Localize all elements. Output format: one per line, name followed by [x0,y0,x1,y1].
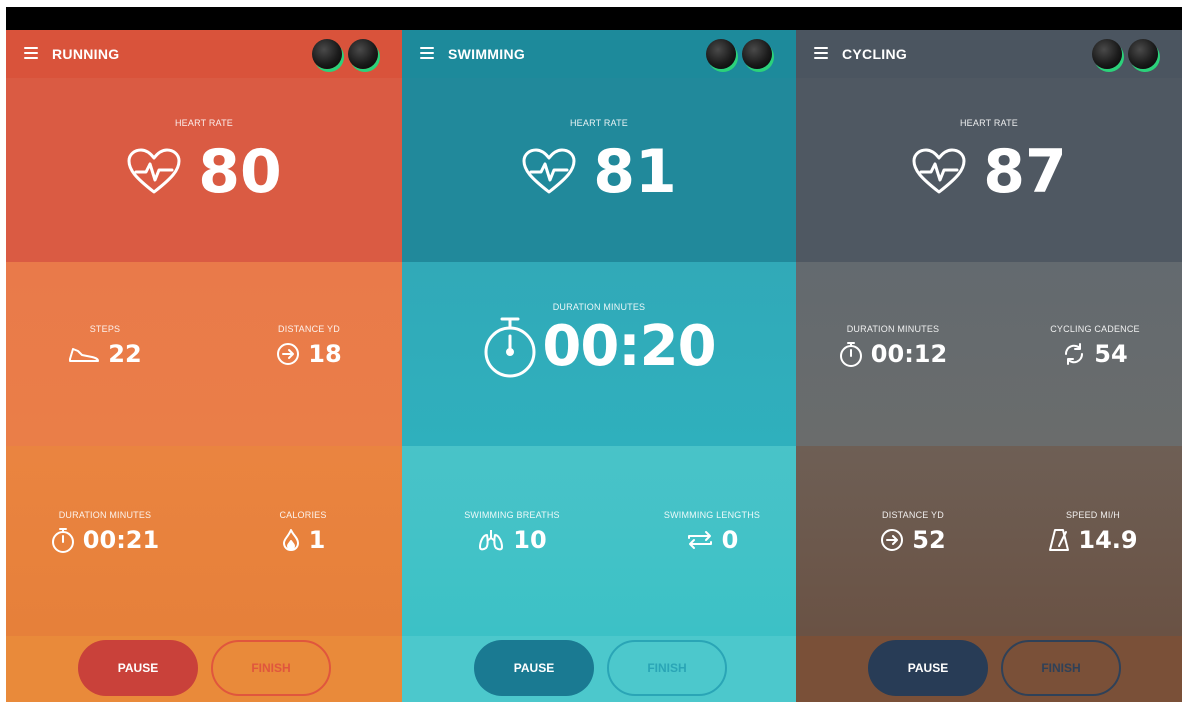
duration-value: 00:20 [542,314,716,379]
metric-label: CALORIES [279,510,327,520]
duration-section: DURATION MINUTES 00:20 [402,262,796,446]
lower-metrics-section: SWIMMING BREATHS 10 SWIMMING LENGTHS 0 [402,446,796,636]
steps-metric: STEPS 22 [30,324,180,368]
panel-title: SWIMMING [448,46,526,62]
left-earbud-icon[interactable] [1092,39,1122,69]
metric-label: DISTANCE YD [278,324,340,334]
finish-button[interactable]: FINISH [1001,640,1121,696]
metric-label: SWIMMING BREATHS [464,510,560,520]
action-bar: PAUSE FINISH [402,636,796,702]
heart-rate-value: 80 [198,137,282,207]
heart-rate-label: HEART RATE [959,118,1018,128]
heart-rate-label: HEART RATE [174,118,233,128]
heart-rate-value: 81 [593,137,677,207]
menu-icon[interactable] [814,47,828,59]
top-status-bar [6,7,1182,30]
arrow-circle-icon [276,342,300,366]
pause-button[interactable]: PAUSE [868,640,988,696]
menu-icon[interactable] [24,47,38,59]
metric-label: DURATION MINUTES [58,510,152,520]
right-earbud-icon[interactable] [1128,39,1158,69]
finish-button[interactable]: FINISH [211,640,331,696]
heart-rate-icon [911,148,967,196]
metric-label: SWIMMING LENGTHS [663,510,761,520]
pause-button[interactable]: PAUSE [474,640,594,696]
action-bar: PAUSE FINISH [796,636,1182,702]
middle-metrics-section: STEPS 22 DISTANCE YD 18 [6,262,402,446]
metric-value: 52 [912,526,946,554]
panel-title: RUNNING [52,46,120,62]
swimming-panel: SWIMMING HEART RATE 81 DURATION MINUTES [402,30,796,702]
panel-header: RUNNING [6,30,402,78]
heart-rate-section: HEART RATE 87 [796,78,1182,262]
refresh-icon [1062,342,1086,366]
metric-value: 14.9 [1078,526,1138,554]
metronome-icon [1048,528,1070,552]
middle-metrics-section: DURATION MINUTES 00:12 CYCLING CADENCE 5… [796,262,1182,446]
cycling-panel: CYCLING HEART RATE 87 DURATION MINUTES 0… [796,30,1182,702]
lungs-icon [477,528,505,552]
cadence-metric: CYCLING CADENCE 54 [1020,324,1170,368]
metric-value: 22 [108,340,142,368]
lengths-metric: SWIMMING LENGTHS 0 [632,510,792,554]
metric-label: STEPS [89,324,121,334]
action-bar: PAUSE FINISH [6,636,402,702]
distance-metric: DISTANCE YD 52 [838,510,988,554]
stopwatch-icon [482,316,538,378]
stopwatch-icon [839,341,863,367]
metric-value: 10 [513,526,547,554]
duration-metric: DURATION MINUTES 00:21 [30,510,180,554]
panels-container: RUNNING HEART RATE 80 STEPS 22 DISTANCE … [6,30,1182,702]
lower-metrics-section: DISTANCE YD 52 SPEED MI/H 14.9 [796,446,1182,636]
metric-label: DISTANCE YD [882,510,944,520]
heart-rate-label: HEART RATE [569,118,628,128]
repeat-icon [686,530,714,550]
pause-button[interactable]: PAUSE [78,640,198,696]
metric-value: 54 [1094,340,1128,368]
duration-label: DURATION MINUTES [552,302,646,312]
finish-button[interactable]: FINISH [607,640,727,696]
metric-value: 1 [308,526,326,554]
metric-label: CYCLING CADENCE [1050,324,1140,334]
heart-rate-value: 87 [983,137,1067,207]
duration-metric: DURATION MINUTES 00:12 [818,324,968,368]
heart-rate-icon [126,148,182,196]
arrow-circle-icon [880,528,904,552]
panel-title: CYCLING [842,46,908,62]
right-earbud-icon[interactable] [348,39,378,69]
heart-rate-icon [521,148,577,196]
breaths-metric: SWIMMING BREATHS 10 [432,510,592,554]
speed-metric: SPEED MI/H 14.9 [1018,510,1168,554]
menu-icon[interactable] [420,47,434,59]
calories-metric: CALORIES 1 [228,510,378,554]
distance-metric: DISTANCE YD 18 [234,324,384,368]
flame-icon [281,528,301,552]
panel-header: CYCLING [796,30,1182,78]
left-earbud-icon[interactable] [312,39,342,69]
heart-rate-section: HEART RATE 81 [402,78,796,262]
metric-value: 00:12 [870,340,948,368]
stopwatch-icon [51,527,75,553]
metric-label: DURATION MINUTES [846,324,940,334]
lower-metrics-section: DURATION MINUTES 00:21 CALORIES 1 [6,446,402,636]
shoe-icon [68,345,100,363]
metric-value: 18 [308,340,342,368]
heart-rate-section: HEART RATE 80 [6,78,402,262]
running-panel: RUNNING HEART RATE 80 STEPS 22 DISTANCE … [6,30,402,702]
metric-label: SPEED MI/H [1065,510,1120,520]
metric-value: 0 [721,526,739,554]
right-earbud-icon[interactable] [742,39,772,69]
left-earbud-icon[interactable] [706,39,736,69]
metric-value: 00:21 [82,526,160,554]
panel-header: SWIMMING [402,30,796,78]
